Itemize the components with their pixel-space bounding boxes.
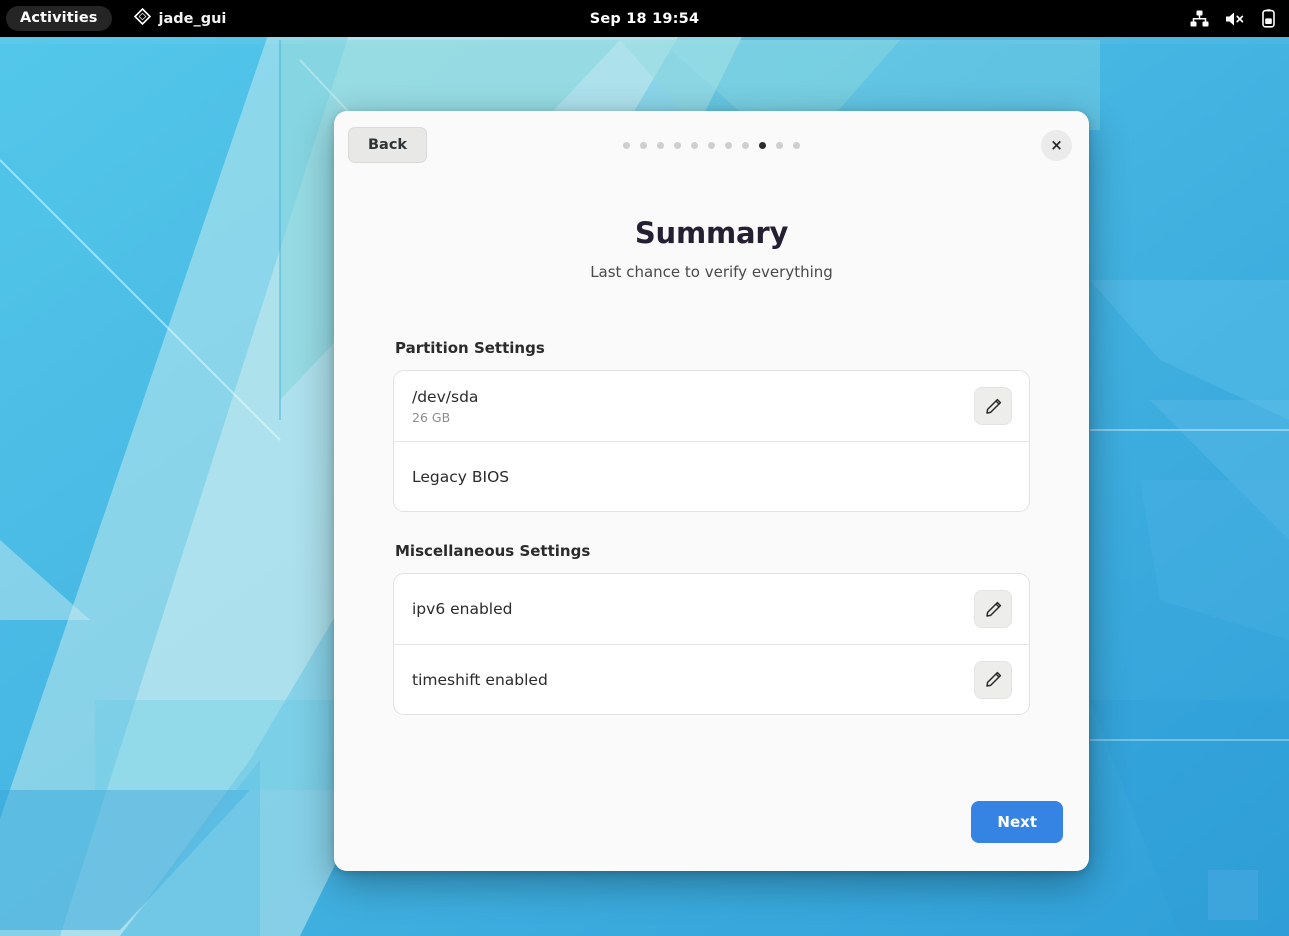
page-dot — [674, 141, 681, 149]
section-label: Miscellaneous Settings — [395, 542, 591, 560]
edit-pencil-icon[interactable] — [974, 660, 1012, 699]
system-tray[interactable] — [1190, 0, 1275, 37]
settings-card: ipv6 enabled timeshift enabled — [393, 573, 1030, 715]
page-subtitle: Last chance to verify everything — [590, 263, 833, 281]
page-dot — [623, 141, 630, 149]
back-button[interactable]: Back — [348, 127, 428, 163]
settings-row: timeshift enabled — [394, 644, 1029, 714]
row-texts: Legacy BIOS — [412, 468, 509, 486]
edit-pencil-icon[interactable] — [974, 590, 1012, 628]
page-dot — [708, 141, 715, 149]
dialog-headerbar: Back × — [334, 111, 1089, 179]
summary-content: Partition Settings/dev/sda 26 GB Legacy BI… — [393, 301, 1030, 715]
page-dot — [640, 141, 647, 149]
settings-row: ipv6 enabled — [394, 574, 1029, 644]
dialog-footer: Next — [334, 801, 1089, 871]
page-dot-active — [759, 141, 766, 149]
next-button[interactable]: Next — [971, 801, 1063, 843]
page-dot — [742, 141, 749, 149]
gnome-top-bar: Activities jade_gui Sep 18 19:54 — [0, 0, 1289, 37]
row-texts: /dev/sda 26 GB — [412, 388, 478, 425]
row-title: /dev/sda — [412, 387, 479, 406]
settings-row: Legacy BIOS — [394, 441, 1029, 511]
row-title: ipv6 enabled — [412, 600, 513, 618]
wired-network-icon — [1190, 10, 1209, 27]
row-texts: timeshift enabled — [412, 671, 548, 689]
row-texts: ipv6 enabled — [412, 600, 513, 618]
battery-icon — [1262, 9, 1275, 28]
installer-dialog: Back × Summary Last chance to verify eve… — [334, 111, 1089, 871]
page-dot — [691, 141, 698, 149]
row-title: timeshift enabled — [412, 670, 548, 689]
section-label: Partition Settings — [395, 339, 545, 357]
app-indicator[interactable]: jade_gui — [133, 7, 227, 29]
page-dot — [776, 141, 783, 149]
title-area: Summary Last chance to verify everything — [334, 179, 1089, 281]
page-dot — [793, 141, 800, 149]
row-title: Legacy BIOS — [412, 467, 510, 486]
app-diamond-icon — [133, 7, 151, 29]
activities-button[interactable]: Activities — [6, 6, 112, 31]
page-indicator — [334, 141, 1089, 149]
settings-sections: Partition Settings/dev/sda 26 GB Legacy BI… — [393, 339, 1030, 715]
app-indicator-label: jade_gui — [158, 10, 227, 27]
settings-card: /dev/sda 26 GB Legacy BIOS — [393, 370, 1030, 512]
settings-row: /dev/sda 26 GB — [394, 371, 1029, 441]
close-button[interactable]: × — [1041, 129, 1072, 161]
screen: Activities jade_gui Sep 18 19:54 Back × … — [0, 0, 1289, 936]
edit-pencil-icon[interactable] — [974, 387, 1012, 425]
page-dot — [725, 141, 732, 149]
summary-scroll-area[interactable]: Partition Settings/dev/sda 26 GB Legacy BI… — [334, 301, 1089, 801]
page-title: Summary — [634, 216, 789, 250]
row-subtitle: 26 GB — [412, 409, 451, 425]
page-dot — [657, 141, 664, 149]
volume-muted-icon — [1225, 11, 1246, 27]
